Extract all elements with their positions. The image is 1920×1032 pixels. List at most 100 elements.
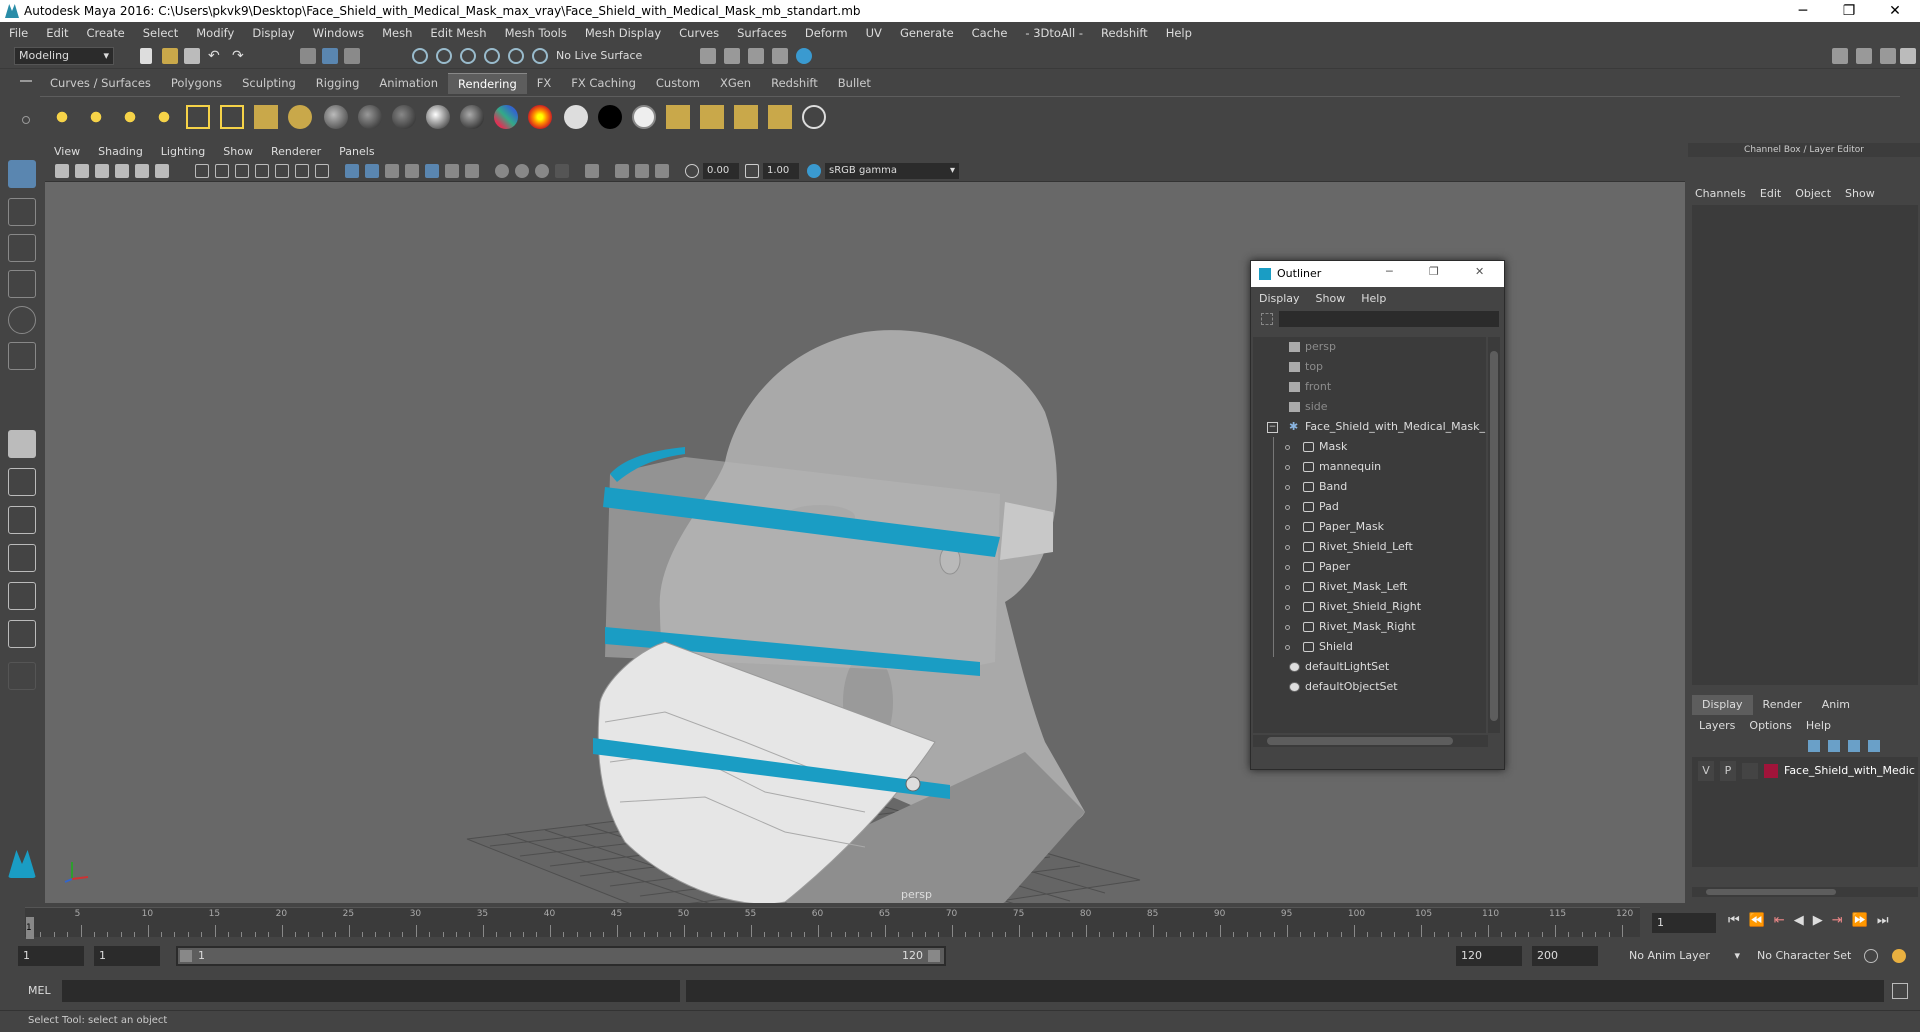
step-back-key-icon[interactable]: ⏪ (1749, 913, 1765, 928)
visibility-dot-icon[interactable] (1285, 445, 1290, 450)
menu-create[interactable]: Create (78, 26, 134, 40)
range-bar[interactable]: 1 120 (176, 946, 946, 966)
timeline-ruler[interactable]: 5 10 15 20 25 30 35 40 45 50 55 60 65 70 75 80 85 90 95 100… (25, 907, 1640, 937)
outliner-title-bar[interactable]: Outliner ─ ❐ ✕ (1251, 261, 1504, 287)
channel-box-menu-channels[interactable]: Channels (1688, 185, 1753, 203)
menu-redshift[interactable]: Redshift (1092, 26, 1157, 40)
auto-key-icon[interactable] (1864, 949, 1878, 963)
menu-edit[interactable]: Edit (37, 26, 77, 40)
tool-settings-icon[interactable] (1880, 48, 1896, 64)
batch-render-icon[interactable] (734, 105, 758, 129)
new-scene-icon[interactable] (140, 48, 152, 64)
outliner-item[interactable]: Paper_Mask (1253, 517, 1486, 537)
shadows-icon[interactable] (465, 164, 479, 178)
visibility-dot-icon[interactable] (1285, 625, 1290, 630)
visibility-dot-icon[interactable] (1285, 545, 1290, 550)
outliner-menu-display[interactable]: Display (1251, 289, 1308, 309)
animation-end-field[interactable]: 200 (1532, 946, 1598, 966)
menu-deform[interactable]: Deform (796, 26, 857, 40)
depth-of-field-icon[interactable] (555, 164, 569, 178)
use-background-icon[interactable] (632, 105, 656, 129)
visibility-dot-icon[interactable] (1285, 585, 1290, 590)
outliner-vertical-scrollbar[interactable] (1488, 337, 1500, 733)
layer-type-toggle[interactable] (1742, 763, 1758, 779)
outliner-item[interactable]: Paper (1253, 557, 1486, 577)
render-current-frame-icon[interactable] (724, 48, 740, 64)
outliner-item[interactable]: side (1253, 397, 1486, 417)
gamma-field[interactable]: 1.00 (763, 163, 799, 179)
redo-icon[interactable]: ↷ (232, 48, 248, 64)
resolution-gate-icon[interactable] (235, 164, 249, 178)
step-back-frame-icon[interactable]: ⇤ (1774, 913, 1785, 928)
menu-3dtoall[interactable]: - 3DtoAll - (1016, 26, 1092, 40)
menu-mesh[interactable]: Mesh (373, 26, 421, 40)
outliner-minimize-button[interactable]: ─ (1386, 265, 1393, 278)
select-by-component-icon[interactable] (344, 48, 360, 64)
ipr-render-icon[interactable] (748, 48, 764, 64)
outliner-item[interactable]: Mask (1253, 437, 1486, 457)
render-region-icon[interactable] (802, 105, 826, 129)
character-set-dropdown[interactable]: No Character Set (1752, 946, 1856, 966)
use-lights-icon[interactable] (445, 164, 459, 178)
channel-box-toggle-icon[interactable] (1900, 48, 1916, 64)
area-light-icon[interactable] (186, 105, 210, 129)
visibility-dot-icon[interactable] (1285, 525, 1290, 530)
select-by-hierarchy-icon[interactable] (300, 48, 316, 64)
viewport-menu-shading[interactable]: Shading (89, 143, 152, 160)
field-chart-icon[interactable] (275, 164, 289, 178)
channel-box-menu-show[interactable]: Show (1838, 185, 1882, 203)
grid-toggle-icon[interactable] (195, 164, 209, 178)
outliner-item[interactable]: Rivet_Shield_Right (1253, 597, 1486, 617)
textured-icon[interactable] (405, 164, 419, 178)
step-forward-key-icon[interactable]: ⏩ (1852, 913, 1868, 928)
channel-box-menu-object[interactable]: Object (1788, 185, 1838, 203)
visibility-dot-icon[interactable] (1285, 465, 1290, 470)
live-surface-label[interactable]: No Live Surface (556, 48, 642, 64)
viewport-menu-view[interactable]: View (45, 143, 89, 160)
viewport-menu-renderer[interactable]: Renderer (262, 143, 330, 160)
shelf-menu-icon[interactable] (20, 80, 32, 82)
current-frame-field[interactable]: 1 (1652, 913, 1716, 933)
camera-attributes-icon[interactable] (75, 164, 89, 178)
persp-graph-layout-icon[interactable] (8, 582, 36, 610)
smooth-shade-icon[interactable] (365, 164, 379, 178)
menu-generate[interactable]: Generate (891, 26, 963, 40)
menu-cache[interactable]: Cache (963, 26, 1017, 40)
scale-tool-icon[interactable] (8, 342, 36, 370)
shelf-tab-fx[interactable]: FX (527, 73, 562, 94)
script-editor-icon[interactable] (1892, 983, 1908, 999)
new-layer-selected-icon[interactable] (1868, 740, 1880, 752)
render-view-icon[interactable] (772, 48, 788, 64)
menu-modify[interactable]: Modify (187, 26, 243, 40)
select-tool-icon[interactable] (8, 160, 36, 188)
outliner-maximize-button[interactable]: ❐ (1429, 265, 1439, 278)
anti-aliasing-icon[interactable] (535, 164, 549, 178)
outliner-search-field[interactable] (1279, 311, 1499, 327)
ambient-light-icon[interactable] (50, 105, 74, 129)
ambient-occlusion-icon[interactable] (495, 164, 509, 178)
render-setup-icon[interactable] (666, 105, 690, 129)
layer-row[interactable]: V P Face_Shield_with_Medic (1692, 761, 1918, 781)
layer-tab-anim[interactable]: Anim (1812, 695, 1860, 715)
layer-tab-render[interactable]: Render (1753, 695, 1812, 715)
camera-aim-icon[interactable] (288, 105, 312, 129)
xray-active-icon[interactable] (635, 164, 649, 178)
shelf-tab-animation[interactable]: Animation (369, 73, 448, 94)
outliner-item[interactable]: Rivet_Shield_Left (1253, 537, 1486, 557)
time-slider[interactable]: 5 10 15 20 25 30 35 40 45 50 55 60 65 70 75 80 85 90 95 100… (0, 905, 1920, 940)
phonge-material-icon[interactable] (426, 105, 450, 129)
safe-title-icon[interactable] (315, 164, 329, 178)
spot-light-icon[interactable] (152, 105, 176, 129)
collapse-icon[interactable]: − (1267, 422, 1278, 433)
side-by-side-layout-icon[interactable] (8, 506, 36, 534)
new-layer-icon[interactable] (1848, 740, 1860, 752)
snap-surface-icon[interactable] (508, 48, 524, 64)
menu-select[interactable]: Select (134, 26, 187, 40)
menu-curves[interactable]: Curves (670, 26, 728, 40)
visibility-dot-icon[interactable] (1285, 565, 1290, 570)
rotate-tool-icon[interactable] (8, 306, 36, 334)
surface-shader-icon[interactable] (528, 105, 552, 129)
outliner-item[interactable]: Rivet_Mask_Right (1253, 617, 1486, 637)
visibility-dot-icon[interactable] (1285, 645, 1290, 650)
outliner-item[interactable]: defaultObjectSet (1253, 677, 1486, 697)
